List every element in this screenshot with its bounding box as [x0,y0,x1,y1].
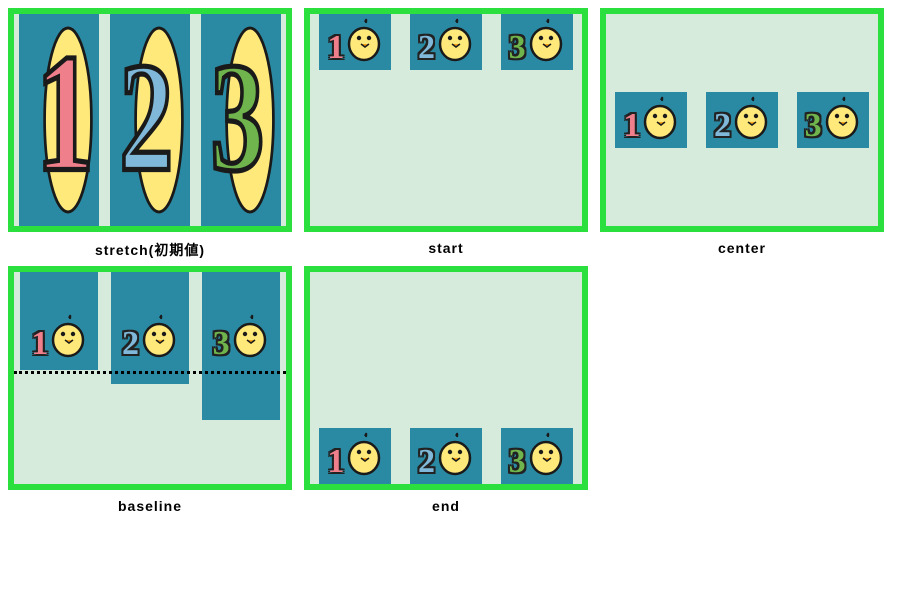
flex-item-3: 3 [202,272,280,420]
chick-icon [436,18,474,67]
number-1: 1 [327,445,344,479]
flex-item-2: 2 [111,272,189,384]
panel-baseline-box: 1 2 3 [8,266,292,490]
item3-stretched-art: 3 [205,20,277,220]
panel-stretch-box: 1 2 [8,8,292,232]
panel-center-label: center [718,240,766,256]
chick-icon [49,314,87,363]
panel-stretch-label: stretch(初期値) [95,240,205,260]
svg-text:2: 2 [119,31,173,204]
panel-center: 1 2 3 center [600,8,884,260]
panel-end-label: end [432,498,460,514]
flex-container-center: 1 2 3 [606,14,878,226]
chick-icon [345,18,383,67]
chick-icon [732,96,770,145]
align-items-diagram: 1 2 [0,0,900,600]
flex-container-start: 1 2 3 [310,14,582,226]
chick-icon [641,96,679,145]
number-1: 1 [31,327,48,361]
panel-baseline: 1 2 3 baseline [8,266,292,514]
flex-item-1: 1 [319,14,391,70]
flex-item-1: 1 [319,428,391,484]
svg-text:1: 1 [36,20,94,207]
chick-icon [140,314,178,363]
flex-item-1: 1 [20,272,98,370]
flex-item-3: 3 [797,92,869,148]
flex-container-stretch: 1 2 [14,14,286,226]
number-3: 3 [213,327,230,361]
flex-item-2: 2 [410,14,482,70]
chick-icon [345,432,383,481]
panel-stretch: 1 2 [8,8,292,260]
number-2: 2 [418,445,435,479]
panel-baseline-label: baseline [118,498,182,514]
number-3: 3 [805,109,822,143]
flex-item-2: 2 [410,428,482,484]
flex-item-2: 2 [706,92,778,148]
panel-start: 1 2 3 start [304,8,588,260]
number-1: 1 [623,109,640,143]
number-2: 2 [418,31,435,65]
row-1: 1 2 [8,8,892,260]
panel-center-box: 1 2 3 [600,8,884,232]
panel-start-box: 1 2 3 [304,8,588,232]
flex-container-baseline: 1 2 3 [14,272,286,484]
flex-item-2: 2 [110,14,190,226]
chick-icon [436,432,474,481]
number-3: 3 [509,31,526,65]
item2-stretched-art: 2 [114,20,186,220]
number-3: 3 [509,445,526,479]
svg-text:3: 3 [210,31,264,204]
row-2: 1 2 3 baseline 1 2 3 end [8,266,892,514]
flex-container-end: 1 2 3 [310,272,582,484]
flex-item-3: 3 [501,428,573,484]
number-2: 2 [122,327,139,361]
panel-start-label: start [428,240,463,256]
number-1: 1 [327,31,344,65]
flex-item-1: 1 [19,14,99,226]
number-2: 2 [714,109,731,143]
chick-icon [527,432,565,481]
chick-icon [527,18,565,67]
chick-icon [823,96,861,145]
item1-stretched-art: 1 [23,20,95,220]
panel-end-box: 1 2 3 [304,266,588,490]
flex-item-3: 3 [201,14,281,226]
flex-item-3: 3 [501,14,573,70]
flex-item-1: 1 [615,92,687,148]
panel-end: 1 2 3 end [304,266,588,514]
baseline-line [14,371,286,374]
chick-icon [231,314,269,363]
